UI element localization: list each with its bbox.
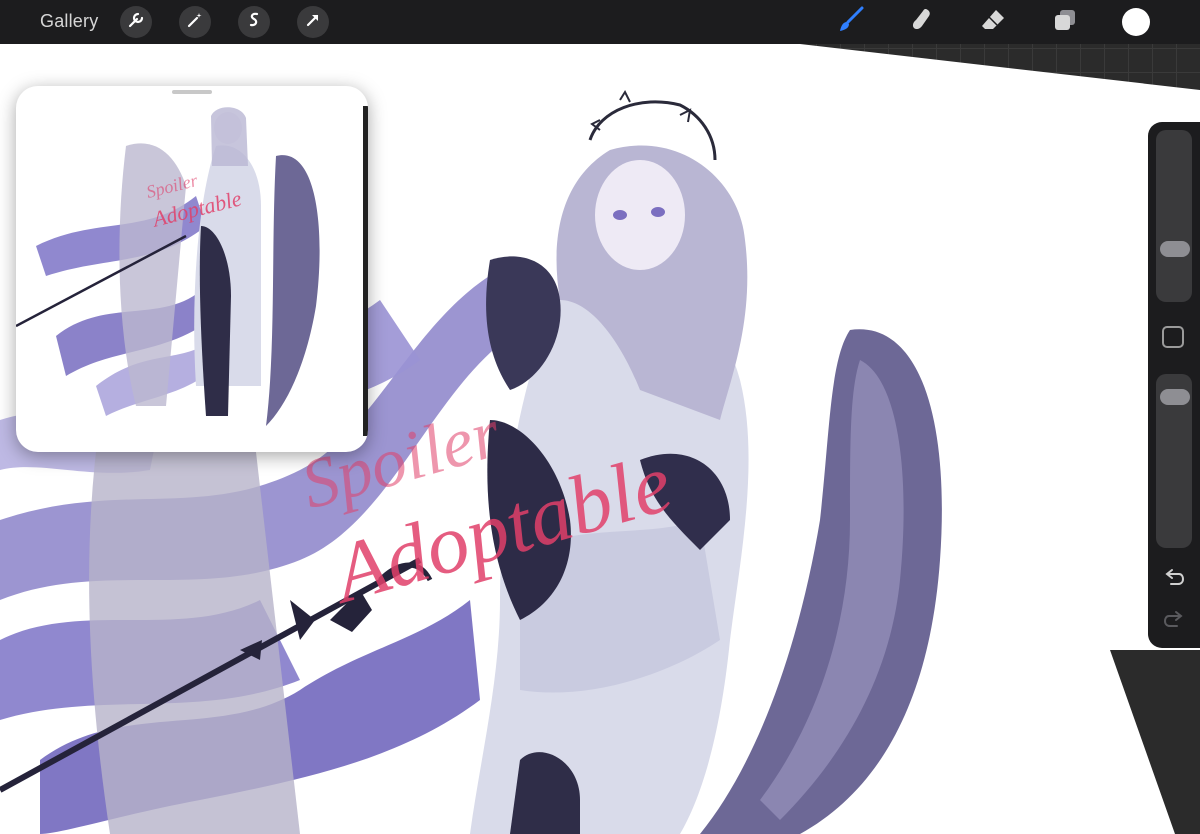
reference-drag-handle[interactable] bbox=[172, 90, 212, 94]
brush-size-thumb[interactable] bbox=[1160, 240, 1190, 257]
redo-icon bbox=[1163, 610, 1185, 635]
opacity-thumb[interactable] bbox=[1160, 388, 1190, 405]
layers-icon bbox=[1052, 7, 1078, 38]
eraser-icon bbox=[979, 6, 1007, 39]
magic-wand-icon bbox=[186, 11, 204, 34]
reference-window[interactable]: Spoiler Adoptable bbox=[16, 86, 368, 452]
transform-button[interactable] bbox=[297, 6, 329, 38]
undo-button[interactable] bbox=[1160, 568, 1188, 592]
redo-button[interactable] bbox=[1160, 610, 1188, 634]
sidebar bbox=[1148, 122, 1200, 648]
adjustments-wand-button[interactable] bbox=[179, 6, 211, 38]
actions-wrench-button[interactable] bbox=[120, 6, 152, 38]
color-swatch[interactable] bbox=[1122, 8, 1150, 36]
selection-icon bbox=[245, 11, 263, 34]
wrench-icon bbox=[127, 11, 145, 34]
undo-icon bbox=[1163, 568, 1185, 593]
reference-edge bbox=[363, 106, 368, 436]
gallery-button[interactable]: Gallery bbox=[40, 11, 98, 32]
selection-button[interactable] bbox=[238, 6, 270, 38]
brush-size-slider[interactable] bbox=[1156, 130, 1192, 302]
brush-tool-button[interactable] bbox=[834, 6, 868, 38]
layers-button[interactable] bbox=[1048, 6, 1082, 38]
smudge-icon bbox=[909, 6, 937, 39]
opacity-slider[interactable] bbox=[1156, 374, 1192, 548]
smudge-tool-button[interactable] bbox=[906, 6, 940, 38]
brush-icon bbox=[836, 5, 866, 40]
top-toolbar: Gallery bbox=[0, 0, 1200, 44]
transform-arrow-icon bbox=[304, 11, 322, 34]
eraser-tool-button[interactable] bbox=[976, 6, 1010, 38]
modify-button[interactable] bbox=[1162, 326, 1184, 348]
